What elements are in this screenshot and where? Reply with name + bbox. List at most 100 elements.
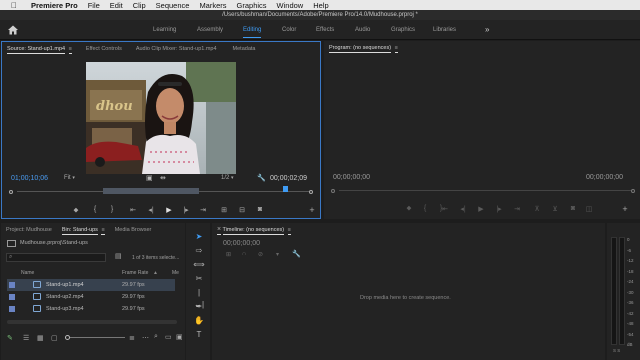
freeform-view-icon[interactable]: ▢ <box>51 334 58 342</box>
program-step-forward-icon[interactable]: |▸ <box>494 205 504 213</box>
slider-handle[interactable] <box>65 335 70 340</box>
clip-name[interactable]: Stand-up2.mp4 <box>46 291 84 303</box>
bin-row[interactable]: Stand-up2.mp4 29.97 fps <box>7 291 175 303</box>
mark-in-icon[interactable]: { <box>90 206 100 213</box>
snap-icon[interactable]: ∩ <box>242 251 246 257</box>
workspace-color[interactable]: Color <box>282 20 296 40</box>
workspace-assembly[interactable]: Assembly <box>197 20 223 40</box>
menu-help[interactable]: Help <box>313 1 328 10</box>
track-select-tool-icon[interactable]: ⇨ <box>193 245 205 257</box>
menu-graphics[interactable]: Graphics <box>237 1 267 10</box>
slip-tool-icon[interactable]: |↔| <box>193 287 205 309</box>
tab-source[interactable]: Source: Stand-up1.mp4 ≡ <box>2 42 77 56</box>
razor-tool-icon[interactable]: ✂ <box>193 273 205 285</box>
menu-edit[interactable]: Edit <box>110 1 123 10</box>
source-time-ruler[interactable] <box>7 186 315 196</box>
add-marker-icon[interactable]: ⬥ <box>71 207 81 215</box>
menu-sequence[interactable]: Sequence <box>156 1 190 10</box>
source-in-out-range[interactable] <box>103 188 199 194</box>
program-mark-in-icon[interactable]: { <box>420 205 430 212</box>
program-time-ruler[interactable] <box>329 185 637 195</box>
timeline-timecode[interactable]: 00;00;00;00 <box>223 240 260 247</box>
selection-tool-icon[interactable]: ➤ <box>193 231 205 243</box>
clip-name[interactable]: Stand-up1.mp4 <box>46 279 84 291</box>
new-bin-icon[interactable]: ▭ <box>165 333 172 341</box>
type-tool-icon[interactable]: T <box>193 329 205 341</box>
ripple-edit-tool-icon[interactable]: ⟺ <box>193 259 205 271</box>
clip-name[interactable]: Stand-up3.mp4 <box>46 303 84 315</box>
new-item-icon[interactable]: ▣ <box>176 333 183 341</box>
source-playhead[interactable] <box>283 186 288 192</box>
workspace-editing[interactable]: Editing <box>243 20 262 40</box>
menu-clip[interactable]: Clip <box>133 1 146 10</box>
column-name[interactable]: Name <box>21 270 34 276</box>
program-step-back-icon[interactable]: ◂| <box>458 205 468 213</box>
mark-out-icon[interactable]: } <box>107 206 117 213</box>
bin-row[interactable]: Stand-up1.mp4 29.97 fps <box>7 279 175 291</box>
apple-icon[interactable]:  <box>9 0 19 10</box>
bin-row[interactable]: Stand-up3.mp4 29.97 fps <box>7 303 175 315</box>
tab-effect-controls[interactable]: Effect Controls <box>81 42 127 56</box>
overwrite-icon[interactable]: ⊟ <box>237 206 247 214</box>
program-add-marker-icon[interactable]: ⬥ <box>404 205 414 213</box>
thumbnail-size-slider[interactable] <box>65 335 125 340</box>
project-search-field[interactable]: ⌕ <box>6 253 106 262</box>
find-icon[interactable]: ⌕ <box>154 333 158 341</box>
menu-markers[interactable]: Markers <box>199 1 226 10</box>
program-go-to-out-icon[interactable]: ⇥ <box>512 205 522 213</box>
tab-program[interactable]: Program: (no sequences) ≡ <box>324 41 403 55</box>
program-play-icon[interactable]: ▶ <box>476 205 486 213</box>
source-video-frame[interactable]: dhou <box>86 62 236 174</box>
program-export-frame-icon[interactable]: ◙ <box>568 205 578 212</box>
pencil-icon[interactable]: ✎ <box>7 334 13 342</box>
program-video-area[interactable] <box>330 59 634 171</box>
tab-metadata[interactable]: Metadata <box>228 42 261 56</box>
timeline-settings-wrench-icon[interactable]: 🔧 <box>292 250 301 258</box>
column-media[interactable]: Me <box>172 270 179 276</box>
workspace-learning[interactable]: Learning <box>153 20 176 40</box>
workspace-libraries[interactable]: Libraries <box>433 20 456 40</box>
menu-file[interactable]: File <box>88 1 100 10</box>
search-input[interactable] <box>17 254 103 261</box>
workspace-audio[interactable]: Audio <box>355 20 370 40</box>
new-search-bin-icon[interactable]: ▤ <box>115 252 122 260</box>
icon-view-icon[interactable]: ▦ <box>37 334 44 342</box>
menu-app-name[interactable]: Premiere Pro <box>31 1 78 10</box>
source-zoom-select[interactable]: Fit ▾ <box>64 175 75 181</box>
export-frame-icon[interactable]: ◙ <box>255 206 265 213</box>
workspaces-overflow-button[interactable]: » <box>485 20 489 40</box>
automate-to-sequence-icon[interactable]: ⋯ <box>142 334 149 342</box>
extract-icon[interactable]: ⊻ <box>550 205 560 213</box>
tab-timeline[interactable]: × Timeline: (no sequences) ≡ <box>212 223 296 237</box>
go-to-in-icon[interactable]: ⇤ <box>128 206 138 214</box>
tab-project-mudhouse[interactable]: Project: Mudhouse <box>1 223 57 237</box>
tab-bin-stand-ups[interactable]: Bin: Stand-ups ≡ <box>57 223 110 237</box>
label-color-swatch[interactable] <box>9 282 15 288</box>
hand-tool-icon[interactable]: ✋ <box>193 315 205 327</box>
program-go-to-in-icon[interactable]: ⇤ <box>440 205 450 213</box>
comparison-view-icon[interactable]: ◫ <box>584 205 594 213</box>
workspace-graphics[interactable]: Graphics <box>391 20 415 40</box>
menu-window[interactable]: Window <box>277 1 304 10</box>
go-to-out-icon[interactable]: ⇥ <box>198 206 208 214</box>
source-settings-icon[interactable]: ▣ <box>146 174 153 182</box>
tab-media-browser[interactable]: Media Browser <box>110 223 157 237</box>
source-drag-video-icon[interactable]: ⇹ <box>160 174 166 182</box>
project-horizontal-scrollbar[interactable] <box>7 320 177 324</box>
add-marker-timeline-icon[interactable]: ▾ <box>276 251 279 258</box>
list-view-icon[interactable]: ☰ <box>23 334 29 342</box>
label-color-swatch[interactable] <box>9 306 15 312</box>
solo-buttons[interactable]: S S <box>613 348 620 353</box>
step-forward-icon[interactable]: |▸ <box>181 206 191 214</box>
insert-sequence-as-nest-icon[interactable]: ⊞ <box>226 251 231 258</box>
play-icon[interactable]: ▶ <box>164 206 174 214</box>
timeline-drop-area[interactable] <box>212 263 605 360</box>
insert-icon[interactable]: ⊞ <box>219 206 229 214</box>
home-icon[interactable] <box>7 24 19 36</box>
sort-icon[interactable]: ≣ <box>129 334 135 342</box>
label-color-swatch[interactable] <box>9 294 15 300</box>
source-button-editor-icon[interactable]: + <box>307 205 317 215</box>
step-back-icon[interactable]: ◂| <box>146 206 156 214</box>
wrench-icon[interactable]: 🔧 <box>257 174 266 182</box>
column-frame-rate[interactable]: Frame Rate <box>122 270 148 276</box>
